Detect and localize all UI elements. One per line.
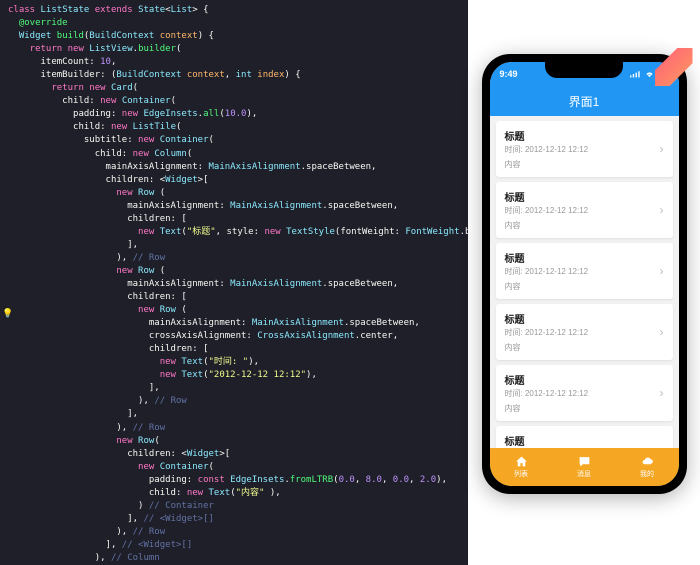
list-item[interactable]: 标题时间: 2012-12-12 12:12内容› <box>496 365 673 421</box>
lightbulb-icon[interactable]: 💡 <box>2 308 13 321</box>
message-icon <box>578 455 591 468</box>
tab-mine[interactable]: 我的 <box>616 448 679 486</box>
list-item[interactable]: 标题时间: 2012-12-12 12:12内容› <box>496 182 673 238</box>
kw-class: class <box>8 5 41 15</box>
chevron-right-icon: › <box>660 264 664 278</box>
home-icon <box>515 455 528 468</box>
tab-message[interactable]: 消息 <box>553 448 616 486</box>
item-title: 标题 <box>505 128 660 143</box>
chevron-right-icon: › <box>660 142 664 156</box>
phone-screen: 9:49 界面1 标题时间: 2012-12-12 12:12内容› 标题时间:… <box>490 62 679 486</box>
item-content: 内容 <box>505 159 660 170</box>
app-title: 界面1 <box>569 93 600 110</box>
list-item[interactable]: 标题时间: 2012-12-12 12:12 内容› <box>496 121 673 177</box>
debug-ribbon-icon <box>655 48 693 86</box>
notch <box>545 62 623 78</box>
signal-icon <box>630 70 641 78</box>
app-bar: 界面1 <box>490 86 679 116</box>
phone-preview: 9:49 界面1 标题时间: 2012-12-12 12:12内容› 标题时间:… <box>468 0 700 565</box>
cloud-icon <box>641 455 654 468</box>
wifi-icon <box>644 70 655 78</box>
chevron-right-icon: › <box>660 325 664 339</box>
status-time: 9:49 <box>500 69 518 79</box>
item-time: 时间: 2012-12-12 12:12 <box>505 144 660 155</box>
chevron-right-icon: › <box>660 386 664 400</box>
tab-list[interactable]: 列表 <box>490 448 553 486</box>
list-item[interactable]: 标题时间: 2012-12-12 12:12内容› <box>496 243 673 299</box>
list-item[interactable]: 标题时间: 2012-12-12 12:12内容› <box>496 426 673 448</box>
code-editor[interactable]: 💡 class ListState extends State<List> { … <box>0 0 468 565</box>
phone-frame: 9:49 界面1 标题时间: 2012-12-12 12:12内容› 标题时间:… <box>482 54 687 494</box>
bottom-nav: 列表 消息 我的 <box>490 448 679 486</box>
list-item[interactable]: 标题时间: 2012-12-12 12:12内容› <box>496 304 673 360</box>
chevron-right-icon: › <box>660 203 664 217</box>
list-view[interactable]: 标题时间: 2012-12-12 12:12内容› 标题时间: 2012-12-… <box>490 116 679 448</box>
